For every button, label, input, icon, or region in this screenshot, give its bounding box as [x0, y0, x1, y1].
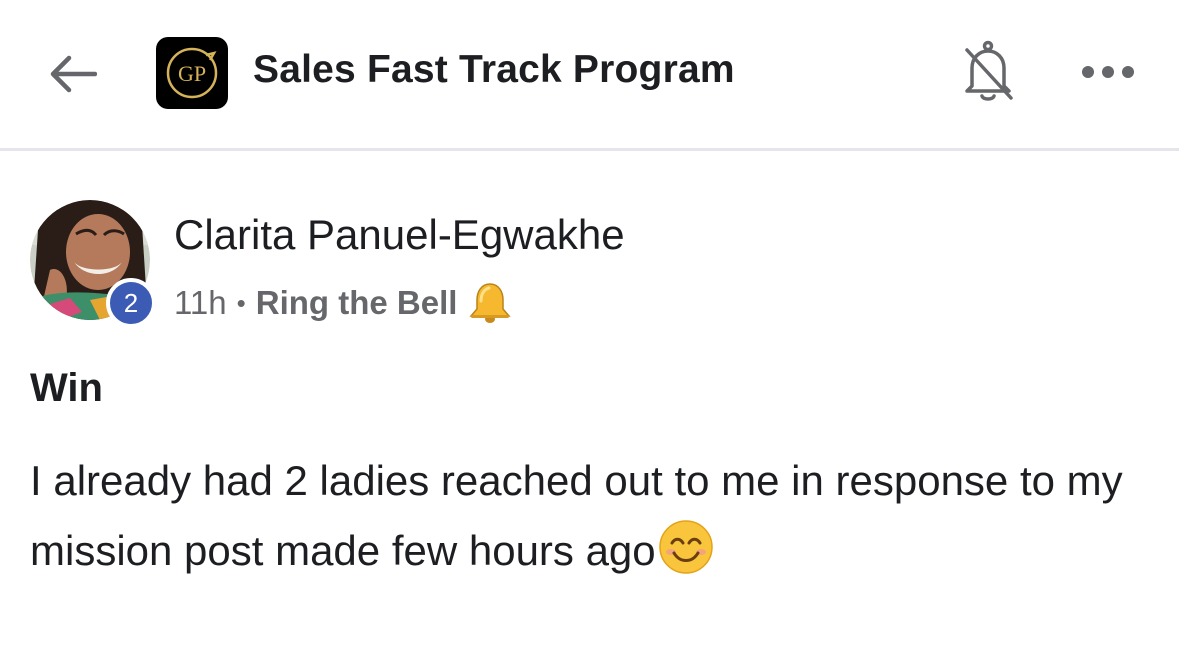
post-card: 2 Clarita Panuel-Egwakhe 11h • Ring the … — [0, 151, 1179, 651]
post-timestamp[interactable]: 11h — [174, 284, 227, 322]
group-title[interactable]: Sales Fast Track Program — [253, 48, 735, 92]
logo-text: GP — [178, 61, 206, 86]
author-avatar-container[interactable]: 2 — [30, 200, 156, 328]
author-name[interactable]: Clarita Panuel-Egwakhe — [174, 211, 625, 259]
group-logo[interactable]: GP — [156, 37, 228, 109]
top-app-bar: GP Sales Fast Track Program — [0, 0, 1179, 151]
post-body: I already had 2 ladies reached out to me… — [30, 446, 1160, 596]
meta-separator: • — [236, 287, 246, 318]
arrow-left-icon — [50, 55, 97, 93]
notification-toggle-button[interactable] — [958, 38, 1018, 106]
smiling-face-emoji-icon — [658, 519, 714, 596]
post-meta: 11h • Ring the Bell — [174, 281, 513, 325]
gp-logo-icon: GP — [166, 47, 218, 99]
more-horizontal-icon — [1082, 66, 1134, 78]
more-options-button[interactable] — [1076, 48, 1140, 96]
back-button[interactable] — [44, 46, 100, 102]
bell-emoji-icon — [467, 281, 513, 325]
post-heading: Win — [30, 366, 103, 410]
topic-link[interactable]: Ring the Bell — [256, 284, 458, 322]
member-badge: 2 — [106, 278, 156, 328]
bell-off-icon — [965, 40, 1013, 101]
post-body-text: I already had 2 ladies reached out to me… — [30, 457, 1123, 574]
